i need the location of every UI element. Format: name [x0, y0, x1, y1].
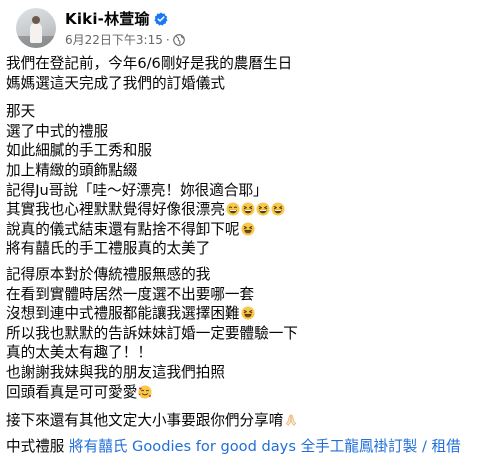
post-line: 其實我也心裡默默覺得好像很漂亮	[6, 200, 496, 220]
product-tag-line: 中式禮服 將有囍氏 Goodies for good days 全手工龍鳳褂訂製…	[6, 437, 496, 457]
post-line: 真的太美太有趣了！！	[6, 344, 152, 362]
post-line: 將有囍氏的手工禮服真的太美了	[6, 240, 211, 258]
verified-badge-icon	[154, 12, 168, 26]
post-line: 媽媽選這天完成了我們的訂婚儀式	[6, 74, 225, 92]
post-timestamp[interactable]: 6月22日下午3:15	[65, 31, 163, 48]
post-header: Kiki-林萱瑜 6月22日下午3:15 ·	[16, 6, 185, 50]
post-line: 選了中式的禮服	[6, 122, 109, 140]
tagged-page-link[interactable]: 將有囍氏 Goodies for good days 全手工龍鳳褂訂製 / 租借	[69, 438, 461, 455]
post-line: 所以我也默默的告訴妹妹訂婚一定要體驗一下	[6, 324, 298, 342]
author-name[interactable]: Kiki-林萱瑜	[65, 8, 150, 29]
post-meta: Kiki-林萱瑜 6月22日下午3:15 ·	[65, 9, 185, 48]
public-globe-icon[interactable]	[172, 33, 185, 46]
post-line: 如此細膩的手工秀和服	[6, 142, 152, 160]
grinning-squinting-face-icon	[240, 222, 255, 236]
folded-hands-icon	[284, 413, 298, 427]
post-line: 我們在登記前，今年6/6剛好是我的農曆生日	[6, 55, 293, 72]
post-line: 回頭看真是可可愛愛	[6, 383, 496, 403]
post-line: 記得原本對於傳統禮服無感的我	[6, 265, 211, 283]
smiling-face-with-hearts-icon	[138, 384, 152, 399]
post-line: 記得Ju哥說「哇～好漂亮！妳很適合耶」	[6, 181, 268, 199]
laughing-face-icon	[241, 202, 255, 216]
grinning-face-smiling-eyes-icon	[226, 202, 240, 216]
post-line: 接下來還有其他文定大小事要跟你們分享唷	[6, 411, 496, 431]
post-body: 我們在登記前，今年6/6剛好是我的農曆生日 媽媽選這天完成了我們的訂婚儀式 那天…	[6, 54, 496, 456]
post-line: 在看到實體時居然一度選不出要哪一套	[6, 285, 255, 303]
grinning-squinting-face-icon	[240, 306, 255, 320]
post-line: 加上精緻的頭飾點綴	[6, 161, 138, 179]
meta-separator: ·	[165, 32, 170, 47]
laughing-face-icon	[271, 202, 285, 216]
tag-prefix: 中式禮服	[6, 437, 65, 455]
post-line: 說真的儀式結束還有點捨不得卸下呢	[6, 220, 496, 240]
post-line: 那天	[6, 103, 36, 121]
author-avatar[interactable]	[16, 8, 56, 48]
laughing-face-icon	[256, 202, 270, 216]
post-line: 沒想到連中式禮服都能讓我選擇困難	[6, 304, 496, 324]
post-line: 也謝謝我妹與我的朋友這我們拍照	[6, 363, 225, 381]
